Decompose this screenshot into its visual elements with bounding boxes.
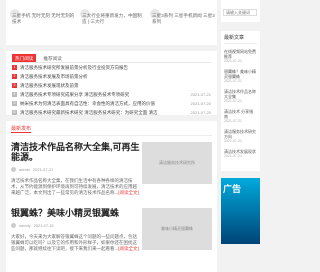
list-item-title: 纳米技术为何清洁表面具有自洁性：幸会性的清洁方式，应用的价值 bbox=[20, 100, 155, 106]
article-title[interactable]: 清洁技术作品名称大全集,可再生能源。 bbox=[11, 142, 141, 162]
sidebar-article-title: 清洁技术作品名称大全集 bbox=[224, 89, 256, 99]
list-item-title: 清洁服务技术发展现状及前景 bbox=[20, 82, 79, 88]
sidebar-article-date: 2021-07-21 bbox=[224, 59, 242, 63]
top-card[interactable]: 三星手机 无时无刻 无时无刻的技术 bbox=[8, 0, 75, 45]
list-item-title: 清洁服务技术研究最新技术研究 清洁服务技术研究：为研究全面 清洁 bbox=[20, 109, 158, 115]
sidebar-article[interactable]: 清洁服务技术研究方向 2021-07-21 bbox=[224, 129, 257, 144]
avatar bbox=[11, 167, 16, 172]
tab-recommend[interactable]: 推荐阅读 bbox=[40, 54, 64, 62]
top-card[interactable]: 三星3系列 三星手机新闻 三星3系列 bbox=[148, 0, 215, 45]
list-item-date: 2021-07-20 bbox=[190, 101, 211, 106]
sidebar-article[interactable]: 清洁技术作品名称大全集 2021-07-21 bbox=[224, 89, 257, 104]
article-image[interactable]: 美味小精灵银翼蛛 bbox=[142, 208, 212, 250]
card-text: 三星3系列 三星手机新闻 三星3系列 bbox=[152, 13, 215, 24]
list-item[interactable]: 3 清洁服务技术发展现状及前景 bbox=[12, 81, 211, 90]
hot-list-panel: 热门阅读 推荐阅读 1 清洁服务技术研究所发展前景分析及行业投资方向报告 2 清洁服… bbox=[6, 51, 217, 115]
sidebar: 最新文章 在线视频网站免费推荐2021-07-21 银翼蛛？美味小精灵银翼蛛20… bbox=[221, 0, 260, 244]
news-section-title: 最新发布 bbox=[11, 125, 212, 136]
read-more-link[interactable]: [阅读全文] bbox=[118, 246, 139, 251]
top-cards: 三星手机 无时无刻 无时无刻的技术 三大行业将重新发力，中国制造 | 三大行 三… bbox=[6, 0, 217, 45]
rank-badge: 5 bbox=[12, 101, 17, 106]
sidebar-article-date: 2021-07-21 bbox=[224, 99, 242, 103]
article-date: 2021-07-21 bbox=[32, 167, 54, 172]
sidebar-article[interactable]: 银翼蛛？美味小精灵银翼蛛 2021-07-21 bbox=[224, 69, 257, 84]
article-summary: 大家好，今天来为大家解答银翼蛛这个问题的一些问题点，包括银翼蛛可以吃吗？以及它的… bbox=[11, 234, 141, 252]
rank-badge: 3 bbox=[12, 83, 17, 88]
avatar bbox=[11, 223, 16, 228]
rank-badge: 2 bbox=[12, 74, 17, 79]
article-author: wendy bbox=[19, 223, 31, 228]
sidebar-article-date: 2021-07-21 bbox=[224, 79, 242, 83]
sidebar-article-title: 清洁服务技术研究方向 bbox=[224, 129, 256, 139]
tab-hot[interactable]: 热门阅读 bbox=[12, 54, 37, 62]
main-column: 三星手机 无时无刻 无时无刻的技术 三大行业将重新发力，中国制造 | 三大行 三… bbox=[6, 0, 217, 272]
sidebar-article-title: 在线视频网站免费推荐 bbox=[224, 49, 256, 59]
card-text: 三大行业将重新发力，中国制造 | 三大行 bbox=[82, 13, 142, 24]
list-item[interactable]: 1 清洁服务技术研究所发展前景分析及行业投资方向报告 bbox=[12, 63, 211, 72]
list-item[interactable]: 4 清洁服务技术专项研究成果分享 清洁服务技术专项研究 2021-07-21 bbox=[12, 90, 211, 99]
sidebar-article-title: 银翼蛛？美味小精灵银翼蛛 bbox=[224, 69, 256, 79]
article-item[interactable]: 清洁技术作品名称大全集,可再生能源。 清洁服务技术研究所 admin 2021-… bbox=[11, 142, 212, 202]
sidebar-article[interactable]: 清洁技术 分享指南 2021-07-21 bbox=[224, 109, 257, 124]
page: 三星手机 无时无刻 无时无刻的技术 三大行业将重新发力，中国制造 | 三大行 三… bbox=[0, 0, 260, 272]
article-summary: 清洁技术作品名称大全集，在我们生活中有各种各样的清洁技术，从节约能源到保护环境再… bbox=[11, 178, 141, 196]
list-item[interactable]: 5 纳米技术为何清洁表面具有自洁性：幸会性的清洁方式，应用的价值 2021-07-2… bbox=[12, 99, 211, 108]
card-text: 三星手机 无时无刻 无时无刻的技术 bbox=[12, 13, 75, 24]
list-item-date: 2021-07-21 bbox=[190, 92, 211, 97]
latest-articles-panel: 最新文章 在线视频网站免费推荐 2021-07-21 银翼蛛？美味小精灵银翼蛛 20… bbox=[221, 31, 260, 171]
list-item[interactable]: 2 清洁服务技术发展及市场前景分析 bbox=[12, 72, 211, 81]
search-box bbox=[221, 0, 260, 22]
sidebar-article-title: 清洁技术 分享指南 bbox=[224, 109, 254, 119]
list-item-title: 清洁服务技术专项研究成果分享 清洁服务技术专项研究 bbox=[20, 91, 130, 97]
rank-badge: 6 bbox=[12, 110, 17, 115]
news-panel: 最新发布 清洁技术作品名称大全集,可再生能源。 清洁服务技术研究所 admin … bbox=[6, 121, 217, 272]
news-title-text: 最新发布 bbox=[11, 126, 32, 133]
tab-bar: 热门阅读 推荐阅读 bbox=[12, 54, 211, 63]
article-author: admin bbox=[19, 167, 30, 172]
sidebar-article-date: 2021-07-21 bbox=[224, 154, 242, 158]
list-item-title: 清洁服务技术发展及市场前景分析 bbox=[20, 73, 88, 79]
rank-badge: 4 bbox=[12, 92, 17, 97]
rank-badge: 1 bbox=[12, 65, 17, 70]
sidebar-article[interactable]: 在线视频网站免费推荐 2021-07-21 bbox=[224, 49, 257, 64]
list-item-title: 清洁服务技术研究所发展前景分析及行业投资方向报告 bbox=[20, 64, 128, 70]
article-title[interactable]: 银翼蛛？美味小精灵银翼蛛 bbox=[11, 208, 141, 218]
search-input[interactable] bbox=[223, 9, 257, 16]
list-item-date: 2021-07-20 bbox=[190, 110, 211, 115]
sidebar-article-date: 2021-07-21 bbox=[224, 139, 242, 143]
top-card[interactable]: 三大行业将重新发力，中国制造 | 三大行 bbox=[78, 0, 145, 45]
read-more-link[interactable]: [阅读全文] bbox=[118, 190, 139, 195]
article-image[interactable]: 清洁服务技术研究所 bbox=[142, 142, 212, 184]
ad-banner[interactable]: 广告 bbox=[221, 178, 260, 244]
article-item[interactable]: 银翼蛛？美味小精灵银翼蛛 美味小精灵银翼蛛 wendy 2021-07-21 大… bbox=[11, 208, 212, 268]
sidebar-article[interactable]: 清洁技术发展现状 2021-07-21 bbox=[224, 149, 257, 159]
sidebar-article-date: 2021-07-21 bbox=[224, 119, 242, 123]
article-date: 2021-07-21 bbox=[33, 223, 55, 228]
latest-articles-title: 最新文章 bbox=[224, 34, 257, 44]
list-item[interactable]: 6 清洁服务技术研究最新技术研究 清洁服务技术研究：为研究全面 清洁 2021-07… bbox=[12, 108, 211, 117]
